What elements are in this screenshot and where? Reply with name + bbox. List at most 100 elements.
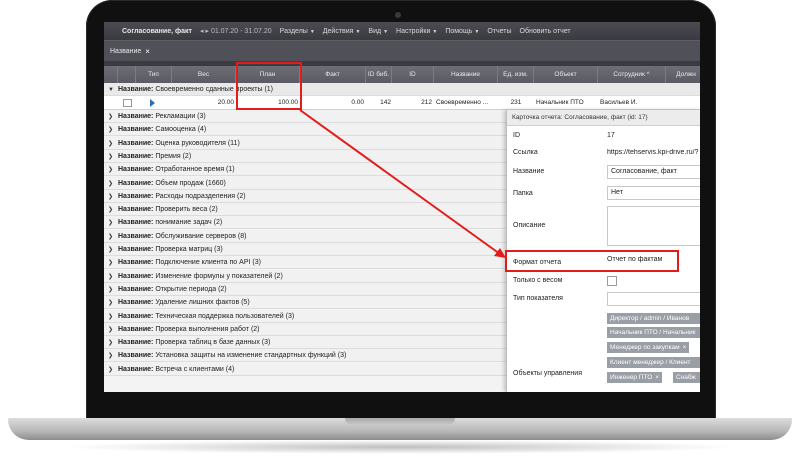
tag-item[interactable]: Клиент менеджер / Клиент — [607, 357, 700, 368]
chevron-right-icon[interactable]: ❯ — [108, 138, 118, 151]
card-description-label: Описание — [513, 222, 546, 229]
period-nav[interactable]: ◂ ▸ — [200, 27, 209, 35]
card-folder-label: Папка — [513, 190, 533, 197]
chevron-right-icon[interactable]: ❯ — [108, 324, 118, 337]
col-name[interactable]: Название — [434, 66, 498, 83]
camera-icon — [395, 12, 401, 18]
menu-help[interactable]: Помощь ▼ — [445, 28, 479, 35]
chevron-right-icon[interactable]: ❯ — [108, 244, 118, 257]
tag-item[interactable]: Инженер ПТО × — [607, 372, 663, 383]
group-title: Проверка матриц (3) — [155, 246, 223, 253]
menu-reports[interactable]: Отчеты — [487, 28, 511, 35]
chevron-right-icon[interactable]: ❯ — [108, 217, 118, 230]
card-weight-only-checkbox[interactable] — [607, 276, 617, 286]
laptop-shadow — [60, 440, 740, 454]
chevron-down-icon: ▼ — [355, 28, 361, 35]
chevron-right-icon[interactable]: ❯ — [108, 311, 118, 324]
group-label: Название: — [118, 246, 154, 253]
col-unit[interactable]: Ед. изм. — [498, 66, 534, 83]
chevron-right-icon[interactable]: ❯ — [108, 178, 118, 191]
group-title: понимание задач (2) — [155, 219, 223, 227]
chevron-right-icon[interactable]: ❯ — [108, 271, 118, 284]
close-icon[interactable]: × — [145, 47, 150, 56]
card-indicator-type-select[interactable] — [607, 292, 700, 306]
chevron-right-icon[interactable]: ❯ — [108, 124, 118, 137]
card-name-input[interactable]: Согласование, факт — [607, 165, 700, 179]
chevron-right-icon[interactable]: ❯ — [108, 284, 118, 297]
tag-item[interactable]: Директор / admin / Иванов — [607, 313, 700, 324]
chevron-right-icon[interactable]: ❯ — [108, 164, 118, 177]
app-screen: Согласование, факт ◂ ▸ 01.07.20 - 31.07.… — [104, 22, 700, 392]
cell-id: 212 — [421, 99, 432, 106]
filter-chip-name[interactable]: Название × — [106, 45, 154, 58]
tag-label: Менеджер по закупкам — [610, 344, 680, 351]
col-id[interactable]: ID — [392, 66, 434, 83]
chevron-right-icon[interactable]: ❯ — [108, 231, 118, 244]
row-checkbox[interactable] — [123, 99, 132, 107]
tag-item[interactable]: Начальник ПТО / Начальник — [607, 327, 700, 338]
group-label: Название: — [118, 352, 154, 360]
group-label: Название: — [118, 272, 154, 280]
card-name-label: Название — [513, 168, 545, 175]
menubar: Согласование, факт ◂ ▸ 01.07.20 - 31.07.… — [104, 22, 700, 40]
card-folder-select[interactable]: Нет — [607, 186, 700, 200]
period-range[interactable]: 01.07.20 - 31.07.20 — [211, 28, 272, 35]
chevron-right-icon[interactable]: ❯ — [108, 337, 118, 350]
group-title: Изменение формулы у показателей (2) — [155, 272, 283, 280]
chevron-right-icon[interactable]: ❯ — [108, 257, 118, 270]
tag-label: Инженер ПТО — [610, 374, 653, 381]
col-fact[interactable]: Факт — [300, 66, 366, 83]
close-icon[interactable]: × — [655, 374, 659, 381]
chevron-right-icon[interactable]: ❯ — [108, 151, 118, 164]
chevron-down-icon: ▼ — [383, 28, 389, 35]
group-title: Рекламации (3) — [155, 113, 206, 120]
cell-unit: 231 — [510, 99, 522, 106]
plan-highlight-box — [236, 62, 302, 110]
group-title: Проверка выполнения работ (2) — [155, 325, 260, 333]
chevron-right-icon[interactable]: ❯ — [108, 111, 118, 124]
format-highlight-box — [505, 250, 679, 272]
menu-view-label: Вид — [368, 27, 382, 35]
col-weight[interactable]: Вес — [172, 66, 236, 83]
menu-view[interactable]: Вид ▼ — [368, 28, 388, 35]
menu-settings-label: Настройки — [396, 27, 431, 35]
col-employee[interactable]: Сотрудник ^ — [598, 66, 666, 83]
chevron-right-icon[interactable]: ❯ — [108, 297, 118, 310]
col-select — [118, 66, 136, 83]
close-icon[interactable]: × — [683, 344, 687, 351]
group-title: Обслуживание серверов (8) — [155, 232, 247, 240]
group-label: Название: — [118, 179, 154, 187]
chevron-right-icon[interactable]: ❯ — [108, 364, 118, 377]
menu-settings[interactable]: Настройки ▼ — [396, 28, 437, 35]
group-label: Название: — [118, 299, 154, 307]
chevron-down-icon: ▼ — [474, 28, 480, 35]
col-object[interactable]: Объект — [534, 66, 598, 83]
group-label: Название: — [118, 259, 154, 267]
group-label: Название: — [118, 325, 154, 333]
table-row[interactable]: 20.00 100.00 0.00 142 212 Своевременно .… — [104, 96, 700, 110]
sort-up-icon: ^ — [646, 71, 650, 78]
tag-item[interactable]: Менеджер по закупкам × — [607, 342, 690, 353]
chevron-right-icon[interactable]: ❯ — [108, 204, 118, 217]
chevron-right-icon[interactable]: ❯ — [108, 191, 118, 204]
chevron-right-icon[interactable]: ❯ — [108, 350, 118, 363]
play-icon[interactable] — [150, 99, 155, 107]
menu-sections-label: Разделы — [279, 27, 308, 35]
menu-actions[interactable]: Действия ▼ — [323, 28, 361, 35]
menu-sections[interactable]: Разделы ▼ — [280, 28, 315, 35]
card-id-label: ID — [513, 132, 520, 139]
col-lib-id[interactable]: ID биб. — [366, 66, 392, 83]
group-label: Название: — [118, 113, 154, 120]
refresh-report-button[interactable]: Обновить отчет — [520, 28, 571, 35]
tag-item[interactable]: Снабж — [673, 372, 700, 383]
group-title: Расходы подразделения (2) — [155, 192, 246, 200]
cell-lib-id: 142 — [380, 99, 391, 106]
col-type[interactable]: Тип — [136, 66, 172, 83]
card-description-textarea[interactable] — [607, 206, 700, 246]
group-title: Подключение клиента по API (3) — [155, 259, 261, 267]
card-link-value[interactable]: https://tehservis.kpi-drive.ru/? — [607, 149, 699, 156]
col-position[interactable]: Должн — [666, 66, 700, 83]
cell-fact: 0.00 — [351, 99, 364, 106]
group-title: Объем продаж (1660) — [155, 179, 226, 187]
group-row[interactable]: ▼ Название: Своевременно сданные проекты … — [104, 83, 700, 96]
